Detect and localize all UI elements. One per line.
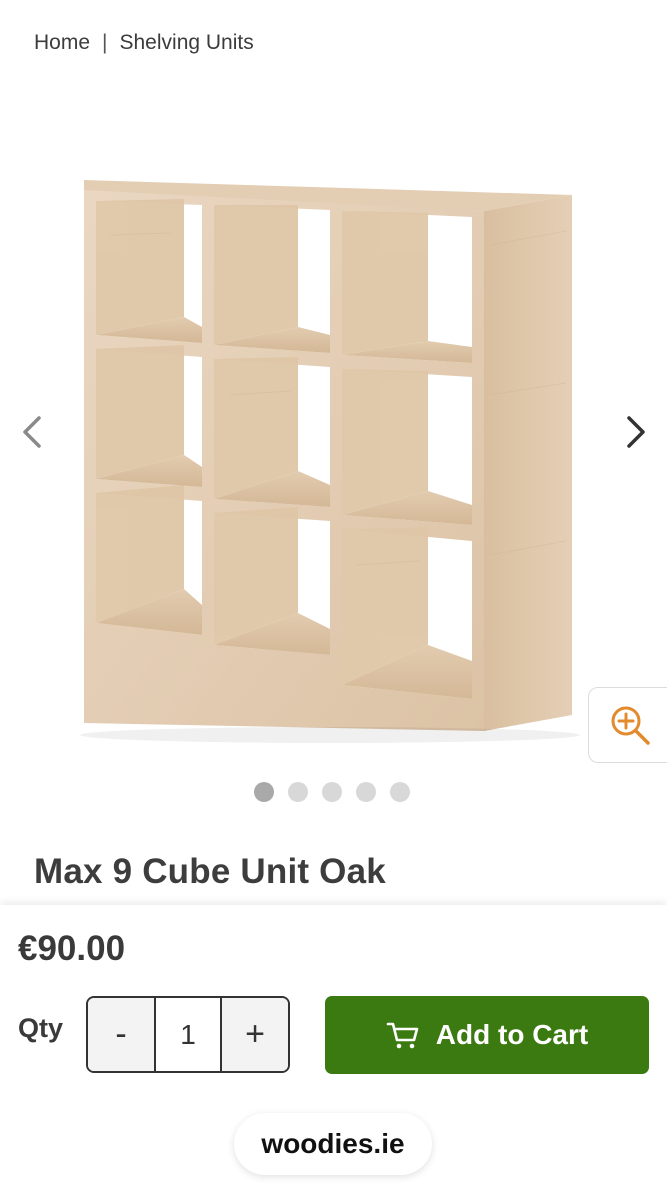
carousel-dot[interactable] [390, 782, 410, 802]
chevron-right-icon [627, 416, 645, 448]
decrement-button[interactable]: - [88, 998, 154, 1071]
carousel-dot[interactable] [288, 782, 308, 802]
chevron-left-icon [23, 416, 41, 448]
zoom-button[interactable] [588, 687, 667, 763]
product-gallery [0, 95, 667, 795]
zoom-in-icon [611, 706, 650, 745]
cart-icon [386, 1022, 419, 1049]
carousel-dot[interactable] [322, 782, 342, 802]
add-to-cart-button[interactable]: Add to Cart [325, 996, 649, 1074]
qty-label: Qty [18, 1013, 64, 1043]
site-url-pill[interactable]: woodies.ie [234, 1113, 432, 1175]
breadcrumb-separator: | [102, 31, 108, 54]
quantity-stepper: - 1 + [86, 996, 290, 1073]
breadcrumb-category-link[interactable]: Shelving Units [120, 31, 254, 55]
breadcrumb-home-link[interactable]: Home [34, 31, 90, 55]
next-image-button[interactable] [616, 412, 656, 452]
carousel-dot[interactable] [254, 782, 274, 802]
product-price: €90.00 [18, 929, 126, 968]
add-to-cart-label: Add to Cart [435, 1019, 589, 1050]
quantity-value[interactable]: 1 [154, 998, 222, 1071]
prev-image-button[interactable] [12, 412, 52, 452]
carousel-dots [254, 782, 410, 802]
increment-button[interactable]: + [222, 998, 288, 1071]
carousel-dot[interactable] [356, 782, 376, 802]
product-title: Max 9 Cube Unit Oak [34, 852, 386, 891]
purchase-panel: €90.00 Qty - 1 + Add to Cart woodies.ie [0, 905, 667, 1200]
breadcrumb: Home | Shelving Units [34, 31, 254, 55]
product-image[interactable] [0, 95, 667, 785]
